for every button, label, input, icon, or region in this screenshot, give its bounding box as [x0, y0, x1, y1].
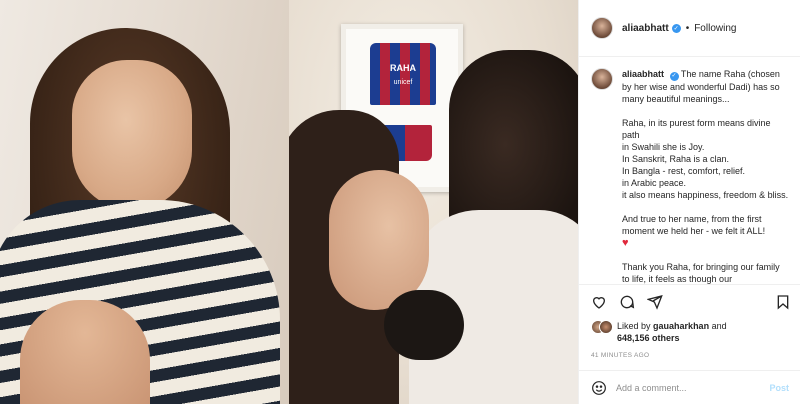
photo-face: [72, 60, 192, 210]
likes-count[interactable]: 648,156 others: [617, 333, 680, 343]
jersey: RAHA unicef: [370, 43, 436, 105]
share-icon[interactable]: [647, 294, 663, 310]
following-button[interactable]: Following: [694, 23, 736, 34]
verified-icon: ✓: [669, 71, 679, 81]
caption-line: in Swahili she is Joy.: [622, 141, 705, 152]
post-sidebar: aliaabhatt ✓ • Following aliaabhatt ✓ Th…: [578, 0, 800, 404]
caption-text: aliaabhatt ✓ The name Raha (chosen by he…: [622, 68, 789, 284]
liker-username[interactable]: gauaharkhan: [653, 321, 709, 331]
separator-dot: •: [685, 22, 690, 34]
caption-row: aliaabhatt ✓ The name Raha (chosen by he…: [591, 68, 789, 284]
likes-text: Liked by gauaharkhan and 648,156 others: [617, 320, 727, 344]
post-button[interactable]: Post: [769, 383, 789, 393]
action-bar: [591, 292, 791, 312]
caption-line: In Sanskrit, Raha is a clan.: [622, 153, 730, 164]
caption-username[interactable]: aliaabhatt: [622, 69, 664, 79]
photo-baby: [384, 290, 464, 360]
caption-line: in Arabic peace.: [622, 177, 687, 188]
caption-gap: [622, 249, 789, 261]
header-username[interactable]: aliaabhatt: [622, 23, 669, 34]
caption-gap: [622, 201, 789, 213]
jersey-name: RAHA: [390, 63, 416, 73]
save-icon[interactable]: [775, 294, 791, 310]
verified-icon: ✓: [671, 23, 681, 33]
caption-avatar[interactable]: [591, 68, 613, 90]
emoji-icon[interactable]: [591, 380, 607, 396]
likes-prefix: Liked by: [617, 321, 651, 331]
caption-line: And true to her name, from the first mom…: [622, 213, 766, 236]
heart-emoji: ♥: [622, 236, 629, 249]
caption-line: In Bangla - rest, comfort, relief.: [622, 165, 746, 176]
caption-line: it also means happiness, freedom & bliss…: [622, 189, 789, 200]
comment-icon[interactable]: [619, 294, 635, 310]
caption-line: Thank you Raha, for bringing our family …: [622, 261, 780, 284]
photo-woman-face: [329, 170, 429, 310]
avatar[interactable]: [591, 17, 613, 39]
comment-row: Post: [579, 370, 800, 404]
likes-row: Liked by gauaharkhan and 648,156 others: [591, 320, 727, 344]
left-photo: [0, 0, 289, 404]
comment-input[interactable]: [616, 382, 770, 393]
post-header: aliaabhatt ✓ • Following: [579, 0, 800, 57]
caption-line: Raha, in its purest form means divine pa…: [622, 117, 771, 140]
post-timestamp[interactable]: 41 MINUTES AGO: [591, 352, 649, 359]
jersey-sponsor: unicef: [393, 79, 413, 86]
heart-icon[interactable]: [591, 294, 607, 310]
photo-knee: [20, 300, 150, 404]
caption-area[interactable]: aliaabhatt ✓ The name Raha (chosen by he…: [579, 58, 800, 285]
liker-avatar: [599, 320, 613, 334]
caption-gap: [622, 105, 789, 117]
post-photo[interactable]: RAHA unicef: [289, 0, 578, 404]
likes-and: and: [711, 321, 727, 331]
liker-avatars[interactable]: [591, 320, 613, 336]
